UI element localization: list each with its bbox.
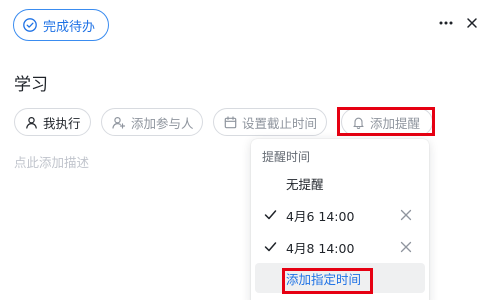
complete-task-button[interactable]: 完成待办 [13,9,109,41]
remove-reminder-icon[interactable] [400,241,412,256]
bell-icon [352,116,365,129]
executor-label: 我执行 [43,115,81,131]
task-detail-panel: 完成待办 学习 我执行 添加参与人 设置截止时间 添加提醒 点此添加描述 提醒时… [0,0,480,300]
remove-reminder-icon[interactable] [400,209,412,224]
add-participants-chip[interactable]: 添加参与人 [101,108,203,136]
close-icon[interactable] [465,15,479,29]
reminder-option-none[interactable]: 无提醒 [255,168,425,198]
reminder-option-label: 无提醒 [286,176,324,192]
reminder-option-label: 4月8 14:00 [286,240,355,256]
user-icon [25,116,38,129]
reminder-dropdown: 提醒时间 无提醒 4月6 14:00 4月8 14:00 添加指定时间 [251,139,429,300]
add-reminder-label: 添加提醒 [370,115,421,131]
executor-chip[interactable]: 我执行 [14,108,91,136]
set-deadline-label: 设置截止时间 [242,115,318,131]
add-reminder-chip[interactable]: 添加提醒 [341,108,433,136]
calendar-icon [224,115,237,129]
complete-task-label: 完成待办 [43,19,96,35]
add-participants-label: 添加参与人 [131,115,194,131]
add-custom-time-option[interactable]: 添加指定时间 [255,263,425,293]
task-title[interactable]: 学习 [14,70,48,95]
description-placeholder[interactable]: 点此添加描述 [14,152,89,171]
check-circle-icon [23,18,37,32]
reminder-option[interactable]: 4月8 14:00 [255,232,425,262]
reminder-option[interactable]: 4月6 14:00 [255,200,425,230]
add-user-icon [112,116,126,129]
more-horizontal-icon[interactable] [437,14,455,32]
checkmark-icon [264,241,277,256]
add-custom-time-label: 添加指定时间 [286,271,362,287]
checkmark-icon [264,209,277,224]
reminder-option-label: 4月6 14:00 [286,208,355,224]
reminder-dropdown-header: 提醒时间 [262,150,311,164]
set-deadline-chip[interactable]: 设置截止时间 [213,108,327,136]
